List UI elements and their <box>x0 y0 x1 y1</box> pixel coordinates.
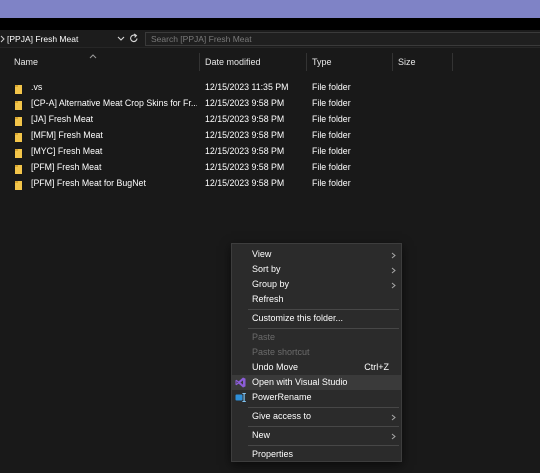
folder-icon <box>15 131 22 142</box>
chevron-right-icon <box>391 413 396 421</box>
file-name: [MFM] Fresh Meat <box>31 130 103 140</box>
file-type: File folder <box>312 146 351 156</box>
file-type: File folder <box>312 98 351 108</box>
file-name: [JA] Fresh Meat <box>31 114 94 124</box>
keyboard-shortcut: Ctrl+Z <box>364 362 389 372</box>
file-row[interactable]: [MFM] Fresh Meat 12/15/2023 9:58 PM File… <box>0 127 540 143</box>
menu-separator <box>248 426 399 427</box>
file-date: 12/15/2023 9:58 PM <box>205 178 285 188</box>
file-name: [MYC] Fresh Meat <box>31 146 103 156</box>
file-name: [PFM] Fresh Meat for BugNet <box>31 178 146 188</box>
breadcrumb-current-folder[interactable]: [PPJA] Fresh Meat <box>7 30 78 48</box>
breadcrumb-chevron-icon[interactable] <box>0 34 6 44</box>
column-divider[interactable] <box>306 53 307 71</box>
column-size[interactable]: Size <box>398 52 416 72</box>
menu-item-view[interactable]: View <box>232 247 401 262</box>
menu-item-properties[interactable]: Properties <box>232 447 401 462</box>
column-type[interactable]: Type <box>312 52 332 72</box>
file-row[interactable]: [MYC] Fresh Meat 12/15/2023 9:58 PM File… <box>0 143 540 159</box>
refresh-icon[interactable] <box>129 33 139 44</box>
address-bar: [PPJA] Fresh Meat <box>0 30 540 48</box>
folder-icon <box>15 115 22 126</box>
file-type: File folder <box>312 178 351 188</box>
file-date: 12/15/2023 9:58 PM <box>205 114 285 124</box>
visual-studio-icon <box>235 377 246 388</box>
file-type: File folder <box>312 114 351 124</box>
chevron-right-icon <box>391 251 396 259</box>
menu-item-customize-folder[interactable]: Customize this folder... <box>232 311 401 326</box>
column-divider[interactable] <box>199 53 200 71</box>
file-row[interactable]: [CP-A] Alternative Meat Crop Skins for F… <box>0 95 540 111</box>
file-name: [CP-A] Alternative Meat Crop Skins for F… <box>31 98 197 108</box>
sort-ascending-icon <box>89 46 97 59</box>
menu-item-refresh[interactable]: Refresh <box>232 292 401 307</box>
chevron-right-icon <box>391 266 396 274</box>
folder-icon <box>15 163 22 174</box>
search-input[interactable] <box>146 33 540 45</box>
file-row[interactable]: [PFM] Fresh Meat for BugNet 12/15/2023 9… <box>0 175 540 191</box>
title-bar <box>0 18 540 30</box>
menu-item-power-rename[interactable]: PowerRename <box>232 390 401 405</box>
column-date-modified[interactable]: Date modified <box>205 52 261 72</box>
context-menu: View Sort by Group by Refresh Customize … <box>231 243 402 462</box>
menu-item-label: Open with Visual Studio <box>252 377 348 387</box>
column-divider[interactable] <box>392 53 393 71</box>
chevron-right-icon <box>391 432 396 440</box>
menu-item-label: Customize this folder... <box>252 313 344 323</box>
column-name[interactable]: Name <box>14 52 97 72</box>
menu-item-label: Give access to <box>252 411 312 421</box>
menu-item-label: Sort by <box>252 264 281 274</box>
menu-item-label: Group by <box>252 279 290 289</box>
menu-separator <box>248 445 399 446</box>
file-date: 12/15/2023 9:58 PM <box>205 98 285 108</box>
chevron-right-icon <box>391 281 396 289</box>
menu-item-undo-move[interactable]: Undo Move Ctrl+Z <box>232 360 401 375</box>
menu-item-open-with-visual-studio[interactable]: Open with Visual Studio <box>232 375 401 390</box>
search-box <box>145 32 540 46</box>
power-rename-icon <box>235 392 246 403</box>
menu-item-label: Paste shortcut <box>252 347 310 357</box>
file-date: 12/15/2023 11:35 PM <box>205 82 289 92</box>
menu-item-label: View <box>252 249 272 259</box>
menu-item-paste: Paste <box>232 330 401 345</box>
menu-item-new[interactable]: New <box>232 428 401 443</box>
menu-separator <box>248 328 399 329</box>
menu-separator <box>248 407 399 408</box>
file-row[interactable]: [JA] Fresh Meat 12/15/2023 9:58 PM File … <box>0 111 540 127</box>
file-type: File folder <box>312 130 351 140</box>
menu-item-give-access[interactable]: Give access to <box>232 409 401 424</box>
file-date: 12/15/2023 9:58 PM <box>205 130 285 140</box>
file-row[interactable]: .vs 12/15/2023 11:35 PM File folder <box>0 79 540 95</box>
column-header-row: Name Date modified Type Size <box>0 52 540 72</box>
file-date: 12/15/2023 9:58 PM <box>205 162 285 172</box>
column-divider[interactable] <box>452 53 453 71</box>
menu-item-label: New <box>252 430 271 440</box>
menu-item-label: Undo Move <box>252 362 299 372</box>
file-row[interactable]: [PFM] Fresh Meat 12/15/2023 9:58 PM File… <box>0 159 540 175</box>
menu-item-label: Refresh <box>252 294 284 304</box>
menu-item-label: Paste <box>252 332 276 342</box>
folder-icon <box>15 147 22 158</box>
chevron-down-icon[interactable] <box>117 34 125 44</box>
menu-separator <box>248 309 399 310</box>
file-name: .vs <box>31 82 43 92</box>
file-type: File folder <box>312 82 351 92</box>
window-accent-strip <box>0 0 540 18</box>
menu-item-paste-shortcut: Paste shortcut <box>232 345 401 360</box>
folder-icon <box>15 179 22 190</box>
file-date: 12/15/2023 9:58 PM <box>205 146 285 156</box>
file-name: [PFM] Fresh Meat <box>31 162 102 172</box>
folder-icon <box>15 83 22 94</box>
menu-item-label: PowerRename <box>252 392 312 402</box>
column-name-label: Name <box>14 57 39 67</box>
menu-item-group-by[interactable]: Group by <box>232 277 401 292</box>
file-type: File folder <box>312 162 351 172</box>
menu-item-sort-by[interactable]: Sort by <box>232 262 401 277</box>
file-list: .vs 12/15/2023 11:35 PM File folder [CP-… <box>0 79 540 191</box>
menu-item-label: Properties <box>252 449 294 459</box>
folder-icon <box>15 99 22 110</box>
